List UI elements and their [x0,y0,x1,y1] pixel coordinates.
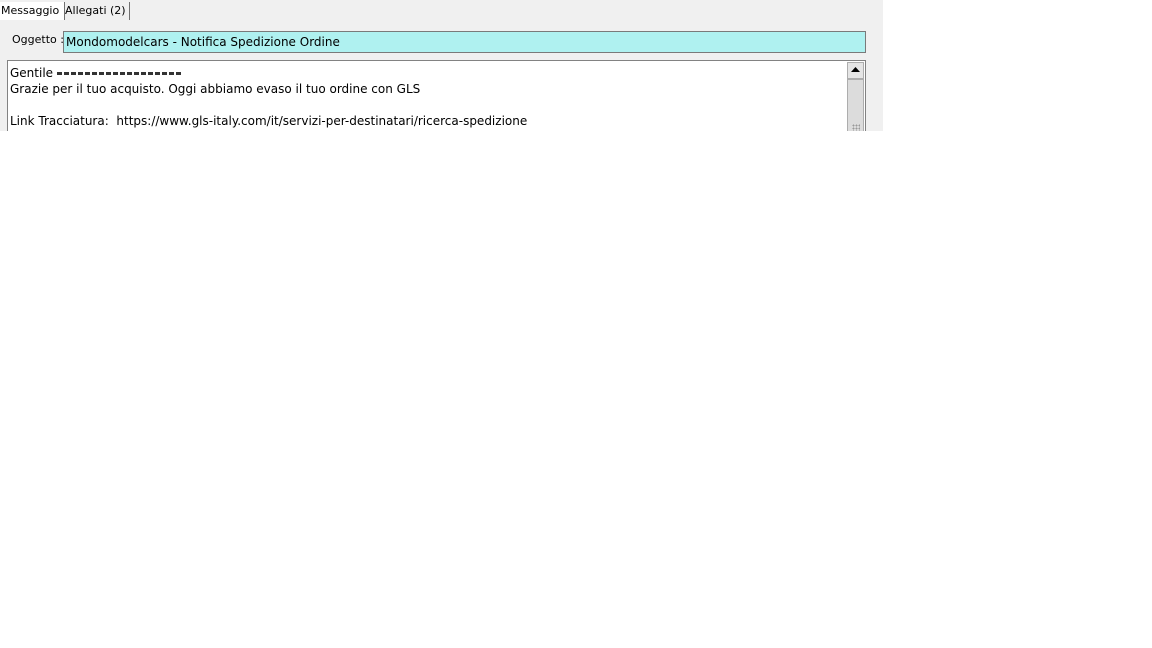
greeting-text: Gentile [10,66,57,80]
tab-bar: Messaggio Allegati (2) [0,0,883,20]
subject-label: Oggetto : [12,33,64,46]
email-compose-panel: Messaggio Allegati (2) Oggetto : Mondomo… [0,0,883,131]
message-line: Grazie per il tuo acquisto. Oggi abbiamo… [10,82,421,96]
redacted-customer-name [56,65,183,75]
tab-messaggio[interactable]: Messaggio [0,2,66,20]
subject-input[interactable]: Mondomodelcars - Notifica Spedizione Ord… [63,31,866,53]
vertical-scrollbar[interactable] [847,62,864,131]
tab-allegati[interactable]: Allegati (2) [62,2,130,20]
message-line-tracking-link: Link Tracciatura: https://www.gls-italy.… [10,114,528,128]
scroll-thumb[interactable] [847,79,864,131]
scroll-up-button[interactable] [847,62,864,79]
message-line-greeting: Gentile [10,65,840,81]
grip-icon [852,124,860,131]
message-body-textarea[interactable]: Gentile Grazie per il tuo acquisto. Oggi… [7,60,866,131]
message-body-text: Gentile Grazie per il tuo acquisto. Oggi… [10,65,840,129]
triangle-up-icon [851,67,860,72]
message-line-empty [10,97,840,113]
